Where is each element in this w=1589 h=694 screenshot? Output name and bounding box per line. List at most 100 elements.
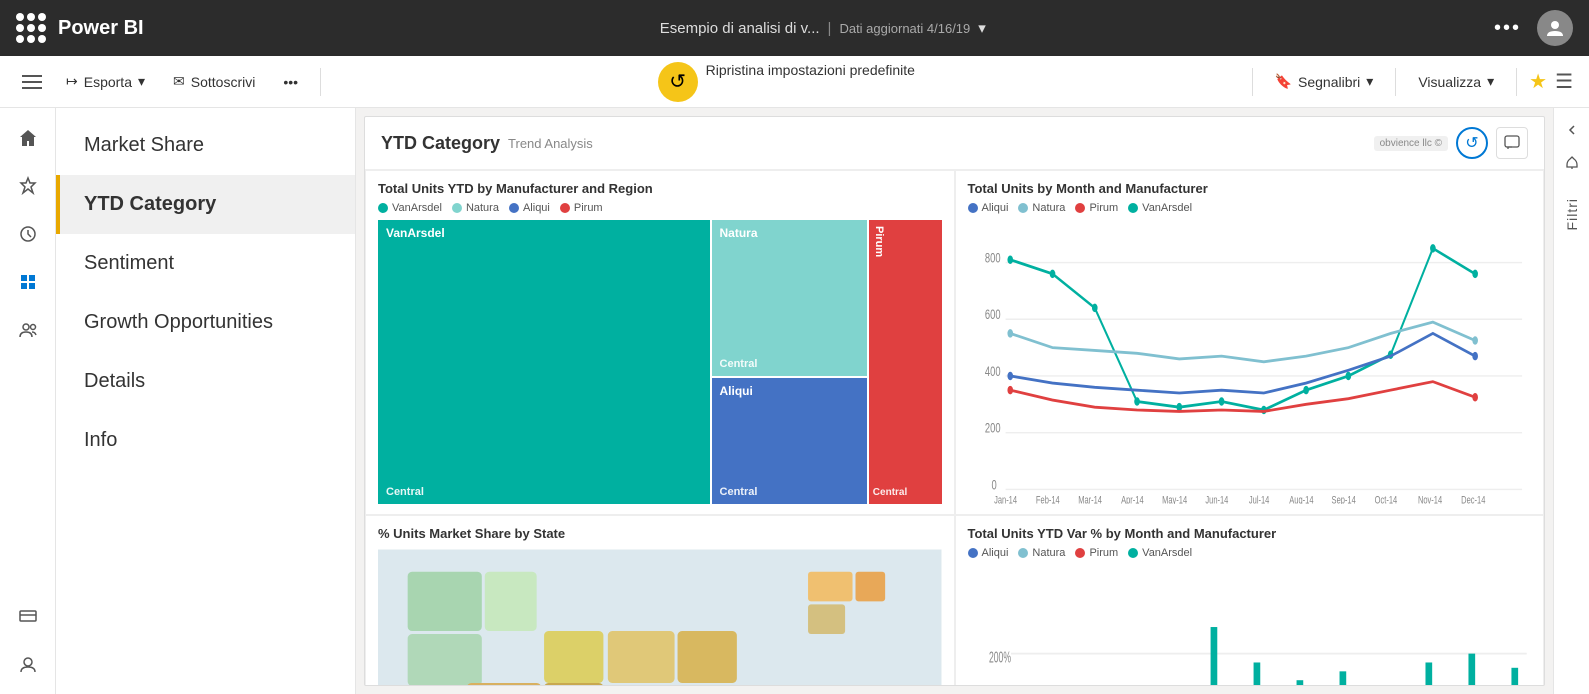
svg-text:Jan-14: Jan-14 xyxy=(994,494,1017,503)
toolbar-divider-4 xyxy=(1516,68,1517,96)
treemap-chart-area[interactable]: VanArsdel Central Natura Central A xyxy=(378,220,942,504)
main-layout: Market Share YTD Category Sentiment Grow… xyxy=(0,108,1589,694)
top-nav: Power BI Esempio di analisi di v... | Da… xyxy=(0,0,1589,56)
hamburger-button[interactable] xyxy=(16,69,48,95)
notification-icon[interactable] xyxy=(1558,149,1586,182)
legend-aliqui: Aliqui xyxy=(509,202,550,214)
legend-aliqui-bar: Aliqui xyxy=(968,547,1009,559)
sidebar-item-recent[interactable] xyxy=(6,212,50,256)
svg-text:Sep-14: Sep-14 xyxy=(1331,494,1356,503)
legend-dot-natura xyxy=(452,203,462,213)
legend-aliqui-line: Aliqui xyxy=(968,202,1009,214)
svg-text:May-14: May-14 xyxy=(1162,494,1188,503)
toolbar-divider-2 xyxy=(1252,68,1253,96)
sidebar-item-profile[interactable] xyxy=(6,642,50,686)
report-chat-button[interactable] xyxy=(1496,127,1528,159)
bar-chart-title: Total Units YTD Var % by Month and Manuf… xyxy=(968,526,1532,541)
treemap-block-aliqui[interactable]: Aliqui Central xyxy=(712,378,867,504)
svg-text:0: 0 xyxy=(991,476,996,493)
obvience-badge: obvience llc © xyxy=(1374,136,1448,151)
sidebar-item-apps[interactable] xyxy=(6,260,50,304)
legend-natura: Natura xyxy=(452,202,499,214)
svg-text:Oct-14: Oct-14 xyxy=(1374,494,1397,503)
legend-dot-vanarsdel xyxy=(378,203,388,213)
filtri-label[interactable]: Filtri xyxy=(1564,198,1580,230)
ripristina-icon-button[interactable]: ↺ xyxy=(658,62,698,102)
svg-text:Jul-14: Jul-14 xyxy=(1248,494,1269,503)
bar-chart-area[interactable]: 0% 100% 200% xyxy=(968,565,1532,686)
app-logo: Power BI xyxy=(58,17,144,40)
map-svg: UNITED STATES xyxy=(378,547,942,686)
sidebar-item-growth-opportunities[interactable]: Growth Opportunities xyxy=(56,293,355,352)
title-separator: | xyxy=(828,20,832,37)
map-title: % Units Market Share by State xyxy=(378,526,942,541)
top-nav-right: ••• xyxy=(1494,10,1573,46)
toolbar-divider xyxy=(320,68,321,96)
treemap-block-natura[interactable]: Natura Central xyxy=(712,220,867,376)
bar-chart-svg: 0% 100% 200% xyxy=(968,565,1532,686)
list-view-button[interactable]: ☰ xyxy=(1555,69,1573,94)
right-panel[interactable]: Filtri xyxy=(1553,108,1589,694)
map-panel: % Units Market Share by State xyxy=(365,515,955,686)
treemap-block-vanarsdel[interactable]: VanArsdel Central xyxy=(378,220,710,504)
legend-pirum-line: Pirum xyxy=(1075,202,1118,214)
toolbar-divider-3 xyxy=(1395,68,1396,96)
toolbar-center: ↺ Ripristina impostazioni predefinite xyxy=(333,62,1240,102)
treemap-panel: Total Units YTD by Manufacturer and Regi… xyxy=(365,170,955,515)
apps-grid-icon[interactable] xyxy=(16,13,46,43)
svg-text:600: 600 xyxy=(984,306,1000,323)
sidebar-item-shared[interactable] xyxy=(6,308,50,352)
report-title-bar: Esempio di analisi di v... | Dati aggior… xyxy=(164,19,1482,37)
more-toolbar-button[interactable]: ••• xyxy=(273,68,308,96)
legend-vanarsdel-line: VanArsdel xyxy=(1128,202,1192,214)
sidebar-item-info[interactable]: Info xyxy=(56,411,355,470)
line-chart-area[interactable]: 0 200 400 600 800 xyxy=(968,220,1532,504)
report-frame: YTD Category Trend Analysis obvience llc… xyxy=(364,116,1545,686)
report-content: YTD Category Trend Analysis obvience llc… xyxy=(356,108,1553,694)
report-visual-icon[interactable]: ↺ xyxy=(1456,127,1488,159)
collapse-panel-icon[interactable] xyxy=(1558,116,1586,149)
sidebar-item-home[interactable] xyxy=(6,116,50,160)
report-title-text: Esempio di analisi di v... xyxy=(660,20,820,37)
legend-dot-pirum xyxy=(560,203,570,213)
subscribe-button[interactable]: ✉ Sottoscrivi xyxy=(163,67,265,96)
svg-text:Dec-14: Dec-14 xyxy=(1461,494,1486,503)
title-chevron[interactable]: ▾ xyxy=(978,19,986,37)
bar-chart-panel: Total Units YTD Var % by Month and Manuf… xyxy=(955,515,1545,686)
sidebar-item-ytd-category[interactable]: YTD Category xyxy=(56,175,355,234)
sidebar-item-market-share[interactable]: Market Share xyxy=(56,116,355,175)
treemap-block-pirum[interactable]: Pirum Central xyxy=(869,220,942,504)
export-button[interactable]: ↦ Esporta ▾ xyxy=(56,67,155,96)
favorite-button[interactable]: ★ xyxy=(1529,69,1547,94)
sidebar-item-sentiment[interactable]: Sentiment xyxy=(56,234,355,293)
svg-text:Mar-14: Mar-14 xyxy=(1078,494,1102,503)
svg-text:Jun-14: Jun-14 xyxy=(1205,494,1228,503)
legend-pirum-bar: Pirum xyxy=(1075,547,1118,559)
sidebar-item-details[interactable]: Details xyxy=(56,352,355,411)
toolbar-right: 🔖 Segnalibri ▾ Visualizza ▾ ★ ☰ xyxy=(1248,67,1573,96)
visualizza-button[interactable]: Visualizza ▾ xyxy=(1408,67,1504,96)
sidebar-item-favorites[interactable] xyxy=(6,164,50,208)
legend-vanarsdel-bar: VanArsdel xyxy=(1128,547,1192,559)
report-header-right: obvience llc © ↺ xyxy=(1374,127,1528,159)
sidebar-item-workspaces[interactable] xyxy=(6,594,50,638)
report-title: YTD Category xyxy=(381,133,500,154)
treemap-natura-column: Natura Central Aliqui Central xyxy=(712,220,867,504)
treemap-title: Total Units YTD by Manufacturer and Regi… xyxy=(378,181,942,196)
ripristina-label: Ripristina impostazioni predefinite xyxy=(706,62,915,102)
bookmark-icon: 🔖 xyxy=(1275,73,1292,90)
segnalibri-button[interactable]: 🔖 Segnalibri ▾ xyxy=(1265,67,1384,96)
legend-dot-aliqui xyxy=(509,203,519,213)
line-chart-svg: 0 200 400 600 800 xyxy=(968,220,1532,504)
more-options-button[interactable]: ••• xyxy=(1494,17,1521,40)
map-area[interactable]: UNITED STATES xyxy=(378,547,942,686)
legend-pirum: Pirum xyxy=(560,202,603,214)
refresh-label: Dati aggiornati 4/16/19 xyxy=(839,21,970,36)
svg-text:800: 800 xyxy=(984,250,1000,267)
svg-text:Feb-14: Feb-14 xyxy=(1035,494,1059,503)
user-avatar[interactable] xyxy=(1537,10,1573,46)
svg-text:400: 400 xyxy=(984,363,1000,380)
export-icon: ↦ xyxy=(66,73,78,90)
legend-natura-line: Natura xyxy=(1018,202,1065,214)
icon-sidebar xyxy=(0,108,56,694)
